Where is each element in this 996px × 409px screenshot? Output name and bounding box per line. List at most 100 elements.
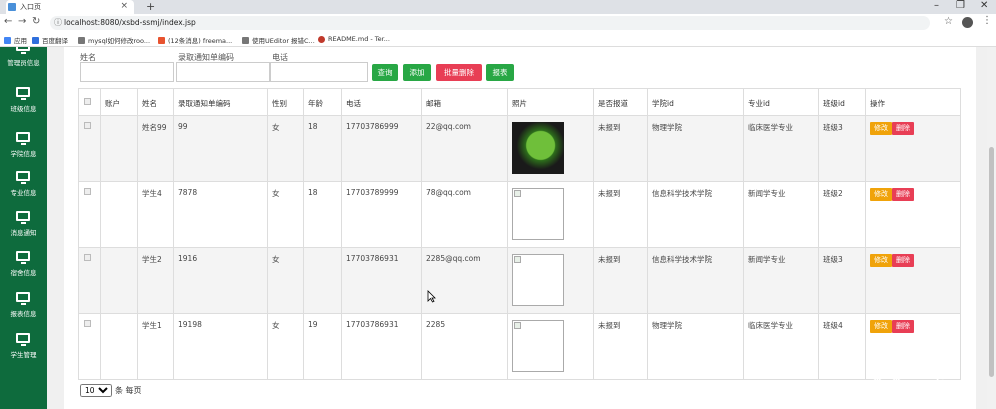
cell-code: 19198 [173,313,268,380]
bookmark-baidu-translate[interactable]: 百度翻译 [32,35,68,45]
apps-icon [4,36,11,44]
sidebar-item-major[interactable]: 专业信息 [0,171,47,211]
monitor-icon [16,171,30,184]
url-text: localhost:8080/xsbd-ssmj/index.jsp [64,18,196,27]
select-all-cell[interactable] [78,88,101,116]
sidebar-item-student[interactable]: 学生管理 [0,333,47,373]
row-checkbox[interactable] [84,188,91,195]
page-scrollbar[interactable] [987,47,996,409]
sidebar-item-report[interactable]: 报表信息 [0,292,47,332]
github-icon [318,35,325,43]
col-header: 学院id [647,88,744,116]
minimize-icon[interactable]: – [934,0,939,11]
cell-gender: 女 [267,115,304,182]
delete-button[interactable]: 删除 [892,188,914,201]
select-all-checkbox[interactable] [84,98,91,105]
maximize-icon[interactable]: ❐ [956,0,965,11]
monitor-icon [16,132,30,145]
name-input[interactable] [80,62,174,82]
browser-menu-icon[interactable]: ⋮ [982,15,992,26]
bookmark-apps[interactable]: 应用 [4,35,27,45]
col-header: 姓名 [137,88,174,116]
cell-account [100,247,138,314]
cell-reported: 未报到 [593,115,648,182]
phone-input[interactable] [270,62,368,82]
cell-name: 姓名99 [137,115,174,182]
bookmark-star-icon[interactable]: ☆ [944,16,953,27]
profile-avatar-icon[interactable] [962,17,973,28]
col-header: 照片 [507,88,594,116]
scrollbar-thumb[interactable] [989,147,994,377]
monitor-icon [16,251,30,264]
col-header: 电话 [341,88,422,116]
cell-age: 18 [303,181,342,248]
table-header-row: 账户 姓名 录取通知单编码 性别 年龄 电话 邮箱 照片 是否报道 学院id 专… [78,88,961,116]
url-input[interactable]: ⓘ localhost:8080/xsbd-ssmj/index.jsp [50,16,930,30]
student-photo [512,188,564,240]
edit-button[interactable]: 修改 [870,254,892,267]
cell-code: 99 [173,115,268,182]
sidebar-item-admin[interactable]: 管理员信息 [0,47,47,81]
back-icon[interactable]: ← [4,16,12,27]
reload-icon[interactable]: ↻ [32,16,40,27]
row-checkbox[interactable] [84,254,91,261]
edit-button[interactable]: 修改 [870,320,892,333]
cell-email: 2285@qq.com [421,247,508,314]
cell-age: 19 [303,313,342,380]
edit-button[interactable]: 修改 [870,188,892,201]
bookmark-freemarker[interactable]: (12条消息) freema... [158,35,232,45]
new-tab-icon[interactable]: + [146,0,155,13]
notice-code-input[interactable] [176,62,270,82]
cell-class: 班级3 [818,247,866,314]
row-checkbox[interactable] [84,122,91,129]
cell-major: 新闻学专业 [743,181,819,248]
mouse-cursor-icon [427,290,436,303]
broken-image-icon [514,190,521,197]
monitor-icon [16,333,30,346]
report-button[interactable]: 报表 [486,64,514,81]
browser-tab[interactable]: 入口页 × [6,0,134,14]
delete-button[interactable]: 删除 [892,122,914,135]
cell-phone: 17703789999 [341,181,422,248]
batch-delete-button[interactable]: 批量删除 [436,64,482,81]
bookmark-readme[interactable]: README.md - Ter... [318,35,390,43]
close-tab-icon[interactable]: × [120,1,128,11]
cell-age: 18 [303,115,342,182]
row-checkbox[interactable] [84,320,91,327]
close-window-icon[interactable]: ✕ [980,0,988,11]
sidebar-item-college[interactable]: 学院信息 [0,132,47,172]
monitor-icon [16,292,30,305]
sidebar-item-notice[interactable]: 消息通知 [0,211,47,251]
csdn-c-icon [158,36,165,44]
cell-major: 新闻学专业 [743,247,819,314]
sidebar-item-class[interactable]: 班级信息 [0,87,47,127]
edit-button[interactable]: 修改 [870,122,892,135]
watermark-text: 森森coding [868,374,970,396]
student-photo [512,320,564,372]
cell-code: 1916 [173,247,268,314]
forward-icon[interactable]: → [18,16,26,27]
page-size-select[interactable]: 10 [80,384,112,397]
delete-button[interactable]: 删除 [892,320,914,333]
bookmark-mysql[interactable]: mysql如何修改roo... [78,35,150,45]
sidebar-item-dorm[interactable]: 宿舍信息 [0,251,47,291]
cell-gender: 女 [267,181,304,248]
col-header: 年龄 [303,88,342,116]
cell-phone: 17703786931 [341,247,422,314]
cell-college: 信息科学技术学院 [647,181,744,248]
cell-reported: 未报到 [593,181,648,248]
table-row: 学生2 1916 女 17703786931 2285@qq.com 未报到 信… [78,247,961,314]
delete-button[interactable]: 删除 [892,254,914,267]
col-header: 录取通知单编码 [173,88,268,116]
cell-major: 临床医学专业 [743,115,819,182]
student-photo [512,122,564,174]
add-button[interactable]: 添加 [403,64,431,81]
page-size-control: 10 条 每页 [80,384,142,397]
monitor-icon [16,211,30,224]
bookmark-ueditor[interactable]: 使用UEditor 报错C... [242,35,315,45]
site-info-icon[interactable]: ⓘ [54,16,62,30]
cell-account [100,313,138,380]
search-button[interactable]: 查询 [372,64,398,81]
cell-major: 临床医学专业 [743,313,819,380]
baidu-translate-icon [32,36,39,44]
